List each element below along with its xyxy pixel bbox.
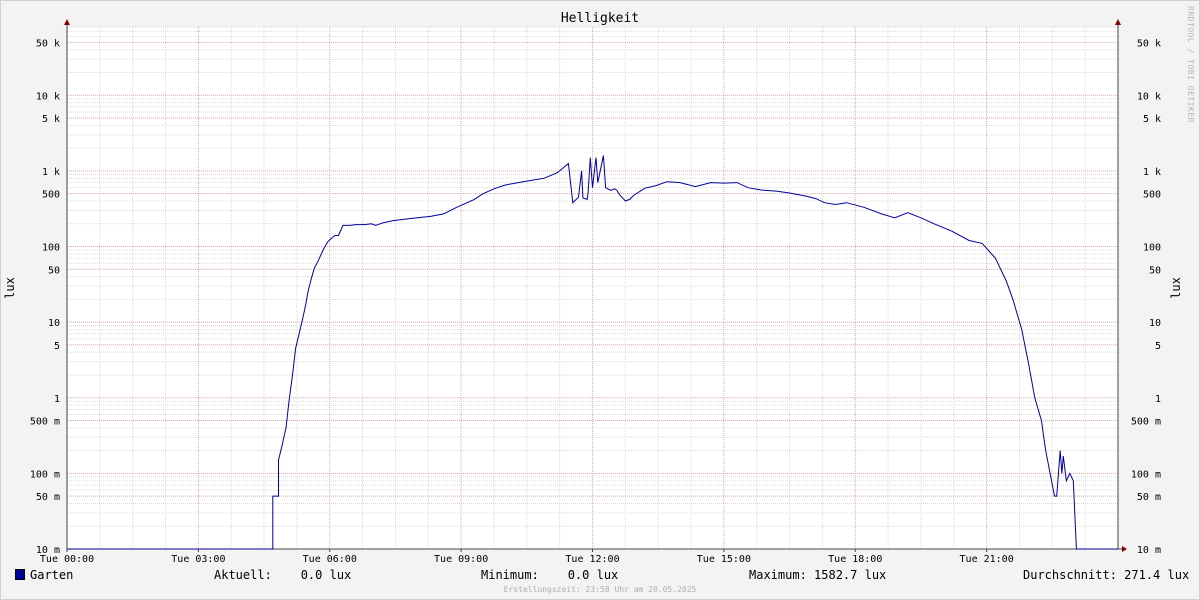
y-tick-label-left: 1 k bbox=[42, 167, 60, 178]
y-axis-arrow-left bbox=[64, 19, 70, 25]
stat-average: Durchschnitt: 271.4 lux bbox=[1023, 568, 1190, 582]
y-axis-label-left: lux bbox=[3, 277, 17, 299]
stat-maximum: Maximum: 1582.7 lux bbox=[749, 568, 887, 582]
x-tick-label: Tue 15:00 bbox=[697, 554, 751, 565]
y-tick-label-right: 5 k bbox=[1143, 114, 1161, 125]
y-tick-label-right: 500 m bbox=[1131, 417, 1161, 428]
stat-current: Aktuell: 0.0 lux bbox=[214, 568, 352, 582]
y-tick-label-left: 100 bbox=[42, 243, 60, 254]
y-tick-label-right: 1 k bbox=[1143, 167, 1161, 178]
x-tick-label: Tue 06:00 bbox=[303, 554, 357, 565]
y-tick-label-right: 100 bbox=[1143, 243, 1161, 254]
y-tick-label-right: 50 k bbox=[1137, 38, 1161, 49]
y-tick-label-right: 10 k bbox=[1137, 91, 1161, 102]
y-tick-label-left: 500 bbox=[42, 190, 60, 201]
y-axis-label-right: lux bbox=[1169, 277, 1183, 299]
y-tick-label-right: 10 bbox=[1149, 318, 1161, 329]
x-axis-arrow bbox=[1122, 546, 1127, 552]
x-tick-label: Tue 21:00 bbox=[960, 554, 1014, 565]
x-tick-label: Tue 12:00 bbox=[565, 554, 619, 565]
stat-minimum: Minimum: 0.0 lux bbox=[481, 568, 619, 582]
y-tick-label-left: 50 k bbox=[36, 38, 60, 49]
chart-plot: Tue 00:00 Tue 03:00 Tue 06:00 Tue 09:00 Tue … bbox=[3, 19, 1183, 565]
y-tick-label-left: 100 m bbox=[30, 469, 60, 480]
y-tick-label-left: 1 bbox=[54, 394, 60, 405]
y-tick-label-left: 50 bbox=[48, 265, 60, 276]
y-tick-label-right: 10 m bbox=[1137, 545, 1161, 556]
legend-swatch-garten bbox=[15, 569, 25, 580]
y-tick-label-left: 50 m bbox=[36, 492, 60, 503]
creation-time-footer: Erstellungszeit: 23:58 Uhr am 20.05.2025 bbox=[503, 585, 697, 594]
y-tick-label-right: 1 bbox=[1155, 394, 1161, 405]
y-tick-label-right: 500 bbox=[1143, 190, 1161, 201]
y-tick-label-left: 5 k bbox=[42, 114, 60, 125]
y-tick-label-right: 50 bbox=[1149, 265, 1161, 276]
x-tick-label: Tue 18:00 bbox=[828, 554, 882, 565]
y-tick-label-right: 100 m bbox=[1131, 469, 1161, 480]
y-tick-label-right: 5 bbox=[1155, 341, 1161, 352]
legend-series-name: Garten bbox=[30, 568, 74, 582]
y-axis-arrow-right bbox=[1115, 19, 1121, 25]
y-tick-label-left: 500 m bbox=[30, 417, 60, 428]
y-tick-label-left: 5 bbox=[54, 341, 60, 352]
y-tick-label-left: 10 k bbox=[36, 91, 60, 102]
y-tick-label-right: 50 m bbox=[1137, 492, 1161, 503]
y-tick-label-left: 10 bbox=[48, 318, 60, 329]
x-tick-label: Tue 09:00 bbox=[434, 554, 488, 565]
x-tick-label: Tue 03:00 bbox=[171, 554, 225, 565]
legend-row: Garten Aktuell: 0.0 lux Minimum: 0.0 lux… bbox=[0, 568, 1200, 584]
y-tick-label-left: 10 m bbox=[36, 545, 60, 556]
